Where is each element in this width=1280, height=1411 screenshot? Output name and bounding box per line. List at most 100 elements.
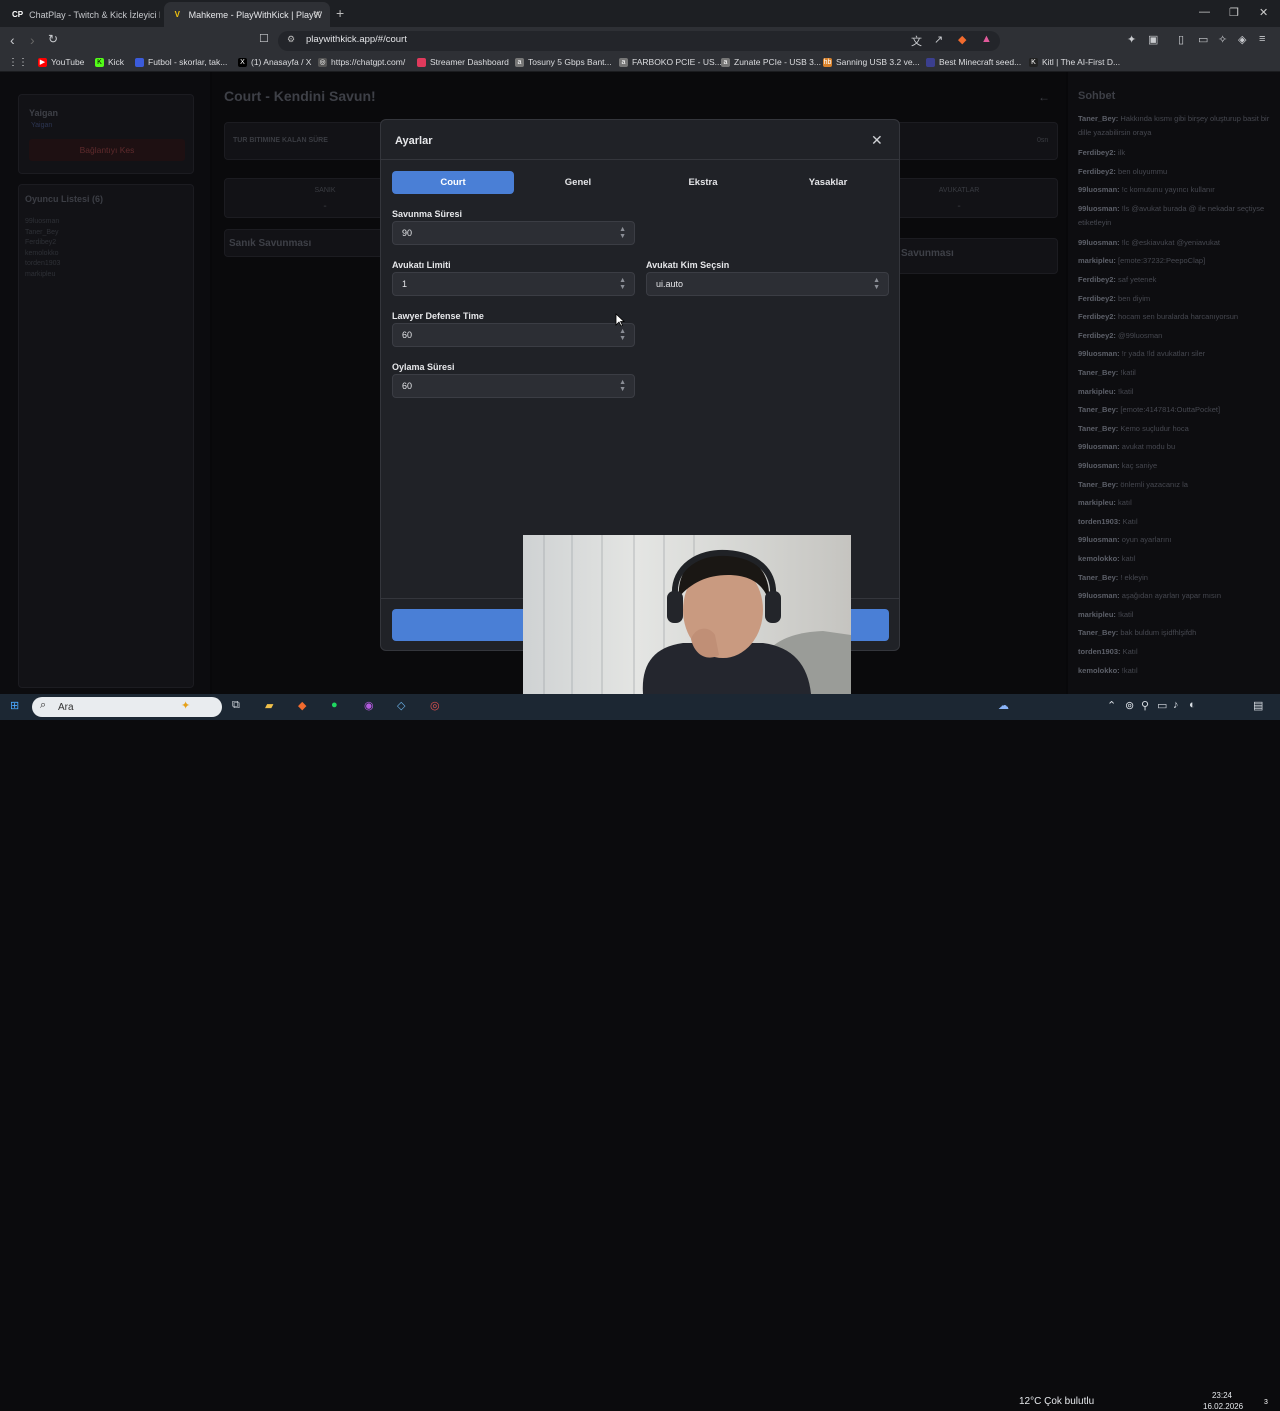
brave-shield-icon[interactable]: ◆ [958,33,966,46]
back-icon[interactable]: ‹ [10,32,15,48]
close-window-icon[interactable]: ✕ [1259,6,1268,19]
close-tab-icon[interactable]: ✕ [313,8,322,21]
stepper-icon[interactable]: ▲ ▼ [619,328,626,342]
screenshot-icon[interactable]: ▣ [1148,33,1158,46]
network-icon[interactable]: ▭ [1157,699,1167,712]
player-list-title: Oyuncu Listesi (6) [25,194,104,204]
minimize-icon[interactable]: — [1199,6,1210,18]
lawyer-defense-time-label: Lawyer Defense Time [392,311,484,321]
tab-court[interactable]: Court [392,171,514,194]
chat-username: Ferdibey2: [1078,166,1116,176]
bookmark-farboko[interactable]: a FARBOKO PCIE - US... [619,57,722,67]
reload-icon[interactable]: ↻ [48,32,58,46]
copilot-icon[interactable]: ✦ [181,699,190,712]
bookmark-icon[interactable]: ☐ [259,32,269,45]
url-text[interactable]: playwithkick.app/#/court [306,34,407,45]
notification-icon[interactable]: ▤ [1253,699,1263,712]
user-name: Yaigan [29,108,59,118]
tab-ekstra[interactable]: Ekstra [642,171,764,194]
chat-username: 99luosman: [1078,237,1120,247]
sidebar-icon[interactable]: ▯ [1178,33,1184,46]
wallet-icon[interactable]: ▭ [1198,33,1208,46]
tray-overflow-icon[interactable]: ⌃ [1107,699,1116,712]
bookmark-sanning[interactable]: hb Sanning USB 3.2 ve... [823,57,920,67]
back-arrow-icon[interactable]: ← [1038,90,1050,104]
chat-username: Taner_Bey: [1078,368,1119,377]
menu-icon[interactable]: ≡ [1259,33,1265,45]
discord-icon[interactable]: ◉ [364,699,374,712]
stepper-icon[interactable]: ▲ ▼ [619,277,626,291]
windows-start-icon[interactable]: ⊞ [10,699,19,712]
bookmark-kick[interactable]: K Kick [95,57,124,67]
avukat-limiti-input[interactable]: 1 ▲ ▼ [392,272,635,296]
avukat-kim-secsin-select[interactable]: ui.auto ▲ ▼ [646,272,889,296]
chat-text: hocam sen buralarda harcanıyorsun [1118,312,1239,322]
sound-icon[interactable]: ◐ [1189,699,1196,711]
file-explorer-icon[interactable]: ▰ [265,699,273,712]
modal-title: Ayarlar [395,135,433,147]
chat-username: Ferdibey2: [1078,330,1116,340]
tab-yasaklar[interactable]: Yasaklar [767,171,889,194]
chat-text: kaç saniye [1121,461,1158,470]
list-item: 99luosman [25,218,60,225]
app-icon[interactable]: ◇ [397,699,405,712]
disconnect-button[interactable]: Bağlantıyı Kes [29,139,185,161]
forward-icon[interactable]: › [30,32,35,48]
apps-icon[interactable]: ⋮⋮ [8,57,28,68]
chat-text: katıl [1118,498,1132,508]
chat-username: 99luosman: [1078,591,1120,601]
chat-username: markipleu: [1078,386,1116,396]
mic-icon[interactable]: ⚲ [1141,699,1149,712]
tray-icon[interactable]: ⊚ [1125,699,1134,712]
bookmark-x[interactable]: X (1) Anasayfa / X [238,57,311,67]
browser-tab-chatplay[interactable]: CP ChatPlay - Twitch & Kick İzleyici Etk… [4,2,160,27]
chat-text: Kemo suçludur hoca [1120,423,1189,433]
task-view-icon[interactable]: ⧉ [232,699,240,712]
chat-text: !r yada !ld avukatları siler [1121,349,1206,359]
clock-time[interactable]: 23:24 [1207,1391,1237,1400]
player-list: 99luosman Taner_Bey Ferdibey2 kemolokko … [25,217,60,280]
chat-text: ben diyim [1118,293,1151,303]
stepper-icon[interactable]: ▲ ▼ [619,226,626,240]
chat-message: Ferdibey2: ilk [1078,146,1274,160]
left-sidebar: Yaigan Yaigan Bağlantıyı Kes Oyuncu List… [0,72,210,694]
chat-text: !katil [1118,609,1134,619]
clock-date[interactable]: 16.02.2026 [1203,1402,1243,1411]
spotify-icon[interactable]: ● [331,699,338,711]
stepper-icon[interactable]: ▲ ▼ [619,379,626,393]
savunma-suresi-input[interactable]: 90 ▲ ▼ [392,221,635,245]
bookmark-streamer-dashboard[interactable]: Streamer Dashboard [417,57,509,67]
oylama-suresi-input[interactable]: 60 ▲ ▼ [392,374,635,398]
restore-icon[interactable]: ❐ [1229,6,1239,19]
translate-icon[interactable]: 文 [911,33,922,49]
browser-tab-mahkeme[interactable]: V Mahkeme - PlayWithKick | PlayW ✕ [164,2,330,27]
chat-message: kemolokko: katıl [1078,552,1274,566]
brave-browser-icon[interactable]: ◆ [298,699,306,712]
tab-genel[interactable]: Genel [517,171,639,194]
new-tab-icon[interactable]: + [336,5,344,21]
bookmark-chatgpt[interactable]: ◎ https://chatgpt.com/ [318,57,405,67]
close-icon[interactable]: ✕ [871,132,883,149]
bookmark-futbol[interactable]: Futbol - skorlar, tak... [135,57,227,67]
page-title: Court - Kendini Savun! [224,88,376,104]
chat-username: Ferdibey2: [1078,312,1116,322]
bookmark-minecraft[interactable]: Best Minecraft seed... [926,57,1021,67]
avukat-kim-secsin-label: Avukatı Kim Seçsin [646,260,730,270]
chat-text: aşağıdan ayarları yapar mısın [1121,591,1221,601]
chat-message: Taner_Bey: Hakkında kısmı gibi birşey ol… [1078,112,1274,140]
extensions-icon[interactable]: ✦ [1127,33,1136,46]
obs-icon[interactable]: ◎ [430,699,440,712]
bookmark-tosuny[interactable]: a Tosuny 5 Gbps Bant... [515,57,612,67]
volume-icon[interactable]: ♪ [1173,699,1179,711]
site-info-icon[interactable]: ⚙ [287,34,295,45]
lawyer-defense-time-input[interactable]: 60 ▲ ▼ [392,323,635,347]
leo-ai-icon[interactable]: ✧ [1218,33,1227,46]
bookmark-youtube[interactable]: ▶ YouTube [38,57,84,67]
search-placeholder: Ara [58,702,74,713]
bookmark-kitl[interactable]: K Kitl | The AI-First D... [1029,57,1120,67]
vpn-icon[interactable]: ◈ [1238,33,1246,46]
brave-rewards-icon[interactable]: ▲ [981,33,992,45]
bookmark-zunate[interactable]: a Zunate PCIe - USB 3... [721,57,821,67]
weather-text[interactable]: 12°C Çok bulutlu [1019,1396,1094,1407]
share-icon[interactable]: ↗ [934,33,943,46]
